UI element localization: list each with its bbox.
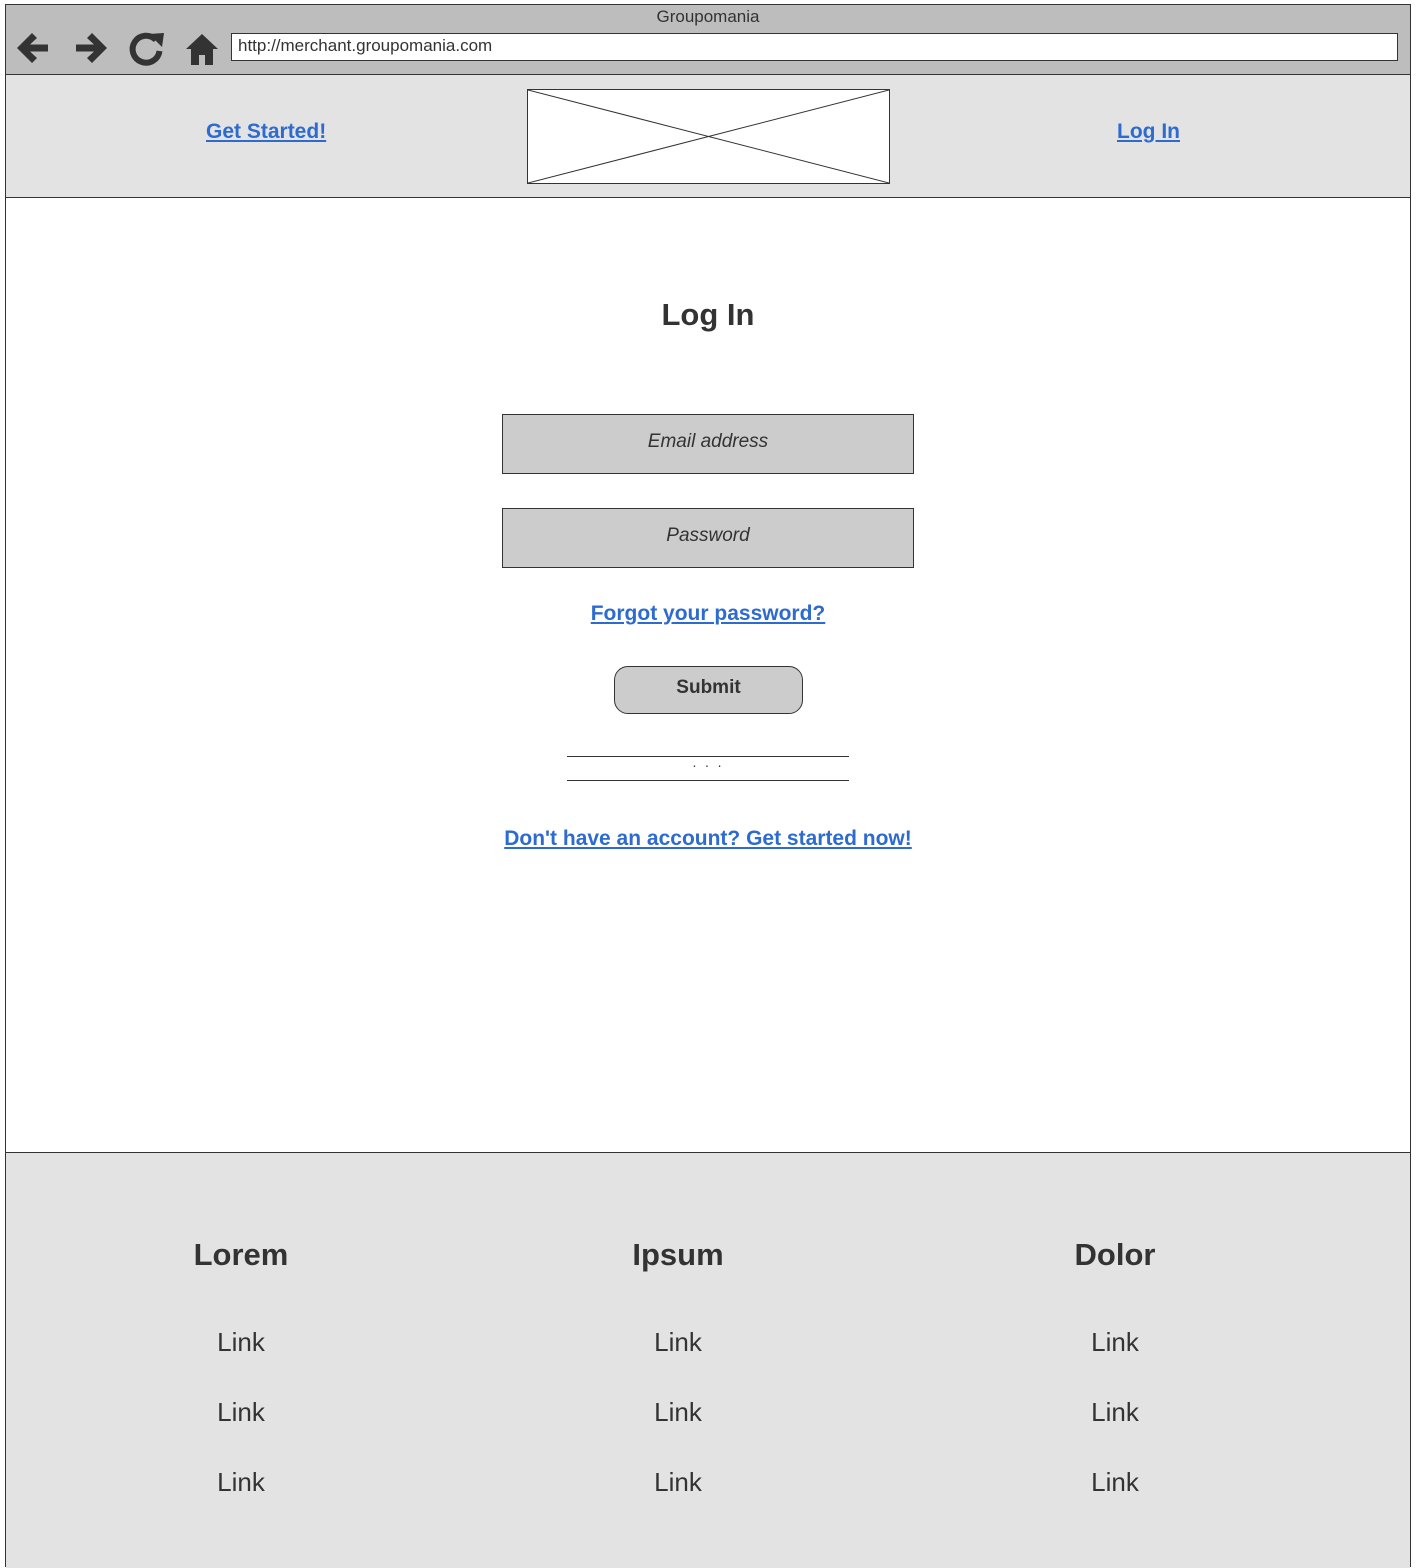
home-icon[interactable]: [182, 29, 222, 69]
browser-toolbar: Groupomania http://merchant.groupomania.…: [6, 5, 1410, 75]
footer-link[interactable]: Link: [965, 1307, 1265, 1377]
email-field[interactable]: [502, 414, 914, 474]
login-nav-link[interactable]: Log In: [1117, 120, 1180, 144]
signup-link[interactable]: Don't have an account? Get started now!: [504, 827, 912, 850]
reload-icon[interactable]: [126, 29, 166, 69]
footer-heading: Ipsum: [632, 1237, 724, 1272]
signup-link-row: Don't have an account? Get started now!: [6, 827, 1410, 851]
window-title: Groupomania: [656, 7, 760, 26]
footer-link[interactable]: Link: [91, 1377, 391, 1447]
forgot-password-link-row: Forgot your password?: [6, 602, 1410, 626]
divider: · · ·: [567, 756, 849, 781]
footer-column-dolor: Dolor Link Link Link: [965, 1235, 1265, 1517]
footer-heading: Dolor: [1074, 1237, 1156, 1272]
address-bar[interactable]: http://merchant.groupomania.com: [231, 33, 1398, 61]
footer-link[interactable]: Link: [965, 1447, 1265, 1517]
forgot-password-link[interactable]: Forgot your password?: [591, 602, 826, 625]
footer-column-ipsum: Ipsum Link Link Link: [528, 1235, 828, 1517]
back-arrow-icon[interactable]: [12, 29, 52, 69]
footer-link[interactable]: Link: [91, 1307, 391, 1377]
footer-link[interactable]: Link: [528, 1447, 828, 1517]
browser-window: Groupomania http://merchant.groupomania.…: [5, 4, 1411, 1568]
password-field[interactable]: [502, 508, 914, 568]
logo-image-placeholder: [527, 89, 890, 184]
get-started-link[interactable]: Get Started!: [206, 120, 326, 144]
footer-heading: Lorem: [193, 1237, 289, 1272]
footer-link[interactable]: Link: [528, 1377, 828, 1447]
main-content: Log In Forgot your password? Submit · · …: [6, 199, 1410, 1152]
footer-column-lorem: Lorem Link Link Link: [91, 1235, 391, 1517]
footer-link[interactable]: Link: [965, 1377, 1265, 1447]
footer-link[interactable]: Link: [91, 1447, 391, 1517]
page-title: Log In: [661, 297, 755, 332]
footer-link[interactable]: Link: [528, 1307, 828, 1377]
footer: Lorem Link Link Link Ipsum Link Link Lin…: [6, 1152, 1410, 1568]
submit-button[interactable]: Submit: [614, 666, 803, 714]
site-header: Get Started! Log In: [6, 75, 1410, 198]
forward-arrow-icon[interactable]: [72, 29, 112, 69]
